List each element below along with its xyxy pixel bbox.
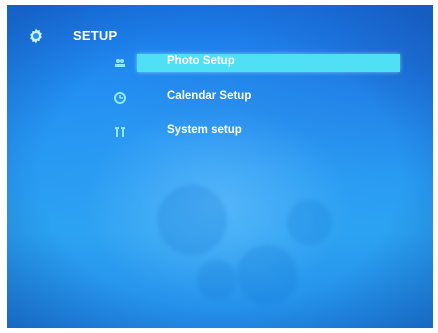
background-blur-spot	[287, 200, 332, 245]
system-icon	[115, 127, 125, 137]
background-blur-spot	[237, 245, 297, 305]
gear-icon	[30, 28, 42, 44]
menu-item-photo-setup[interactable]: Photo Setup	[107, 54, 407, 72]
background-blur-spot	[197, 260, 237, 300]
menu-item-calendar-setup[interactable]: Calendar Setup	[107, 89, 407, 107]
menu-item-label: System setup	[167, 124, 242, 136]
background-blur-spot	[157, 185, 227, 255]
menu-item-system-setup[interactable]: System setup	[107, 123, 407, 141]
page-title: SETUP	[73, 28, 118, 43]
menu-item-label: Calendar Setup	[167, 90, 252, 102]
setup-screen: SETUP Photo Setup Calendar Setup System …	[7, 5, 433, 328]
menu-item-label: Photo Setup	[167, 55, 235, 67]
clock-icon	[114, 92, 126, 104]
photo-icon	[115, 59, 125, 67]
